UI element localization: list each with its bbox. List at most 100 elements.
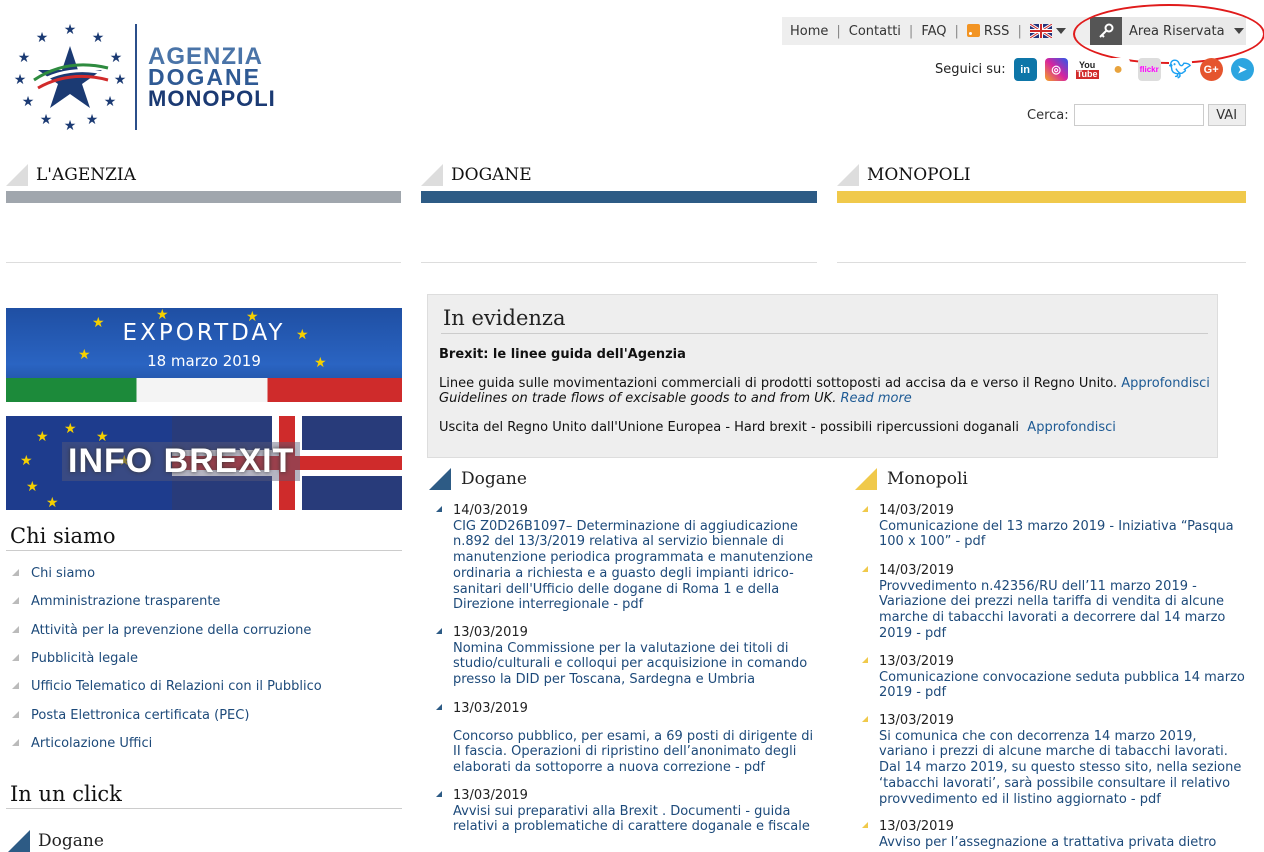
news-date: 13/03/2019: [453, 625, 528, 640]
svg-text:★: ★: [14, 72, 27, 88]
svg-text:★: ★: [114, 72, 127, 88]
social-links: Seguici su: in ◎ You Tube ● flickr 🐦︎ G+ …: [935, 58, 1262, 81]
svg-text:★: ★: [64, 22, 77, 38]
logo-divider: [135, 24, 137, 130]
news-item[interactable]: 14/03/2019 CIG Z0D26B1097– Determinazion…: [436, 503, 815, 613]
bullet-icon: [862, 822, 868, 828]
nav-rss-label: RSS: [983, 23, 1010, 39]
link-label: Attività per la prevenzione della corruz…: [31, 623, 312, 638]
exportday-banner[interactable]: ★ ★ ★ ★ ★ ★ EXPORTDAY 18 marzo 2019: [6, 308, 402, 402]
search-button[interactable]: VAI: [1207, 104, 1246, 126]
news-item[interactable]: 14/03/2019 Provvedimento n.42356/RU dell…: [862, 563, 1245, 642]
news-date: 13/03/2019: [453, 701, 528, 716]
section-agenzia[interactable]: L'AGENZIA: [6, 162, 401, 204]
section-monopoli[interactable]: MONOPOLI: [837, 162, 1246, 204]
articolazione-uffici-link[interactable]: Articolazione Uffici: [12, 736, 152, 751]
subsection-title: Dogane: [38, 831, 104, 851]
nav-rss-link[interactable]: RSS: [959, 23, 1018, 39]
logo-text: AGENZIA DOGANE MONOPOLI: [148, 45, 276, 111]
pubblicita-legale-link[interactable]: Pubblicità legale: [12, 651, 138, 666]
section-triangle-icon: [855, 468, 877, 490]
bullet-icon: [436, 791, 442, 797]
evidenza-paragraph-2: Guidelines on trade flows of excisable g…: [439, 391, 912, 406]
news-item[interactable]: 13/03/2019 Avvisi sui preparativi alla B…: [436, 788, 815, 835]
approfondisci-link[interactable]: Approfondisci: [1121, 376, 1210, 391]
divider: [421, 262, 817, 263]
news-item[interactable]: 13/03/2019 Si comunica che con decorrenz…: [862, 713, 1245, 807]
slideshare-icon[interactable]: ●: [1106, 58, 1130, 81]
banner-date: 18 marzo 2019: [147, 352, 261, 370]
nav-contatti-link[interactable]: Contatti: [841, 24, 909, 39]
section-triangle-icon: [8, 830, 30, 852]
column-title: Monopoli: [887, 469, 968, 489]
bullet-icon: [12, 682, 19, 689]
search-input[interactable]: [1073, 104, 1204, 126]
info-brexit-banner[interactable]: ★ ★ ★ ★ ★ ★ ★ INFO BREXIT: [6, 416, 402, 510]
divider: [441, 333, 1208, 334]
amministrazione-trasparente-link[interactable]: Amministrazione trasparente: [12, 594, 220, 609]
news-date: 14/03/2019: [879, 503, 954, 518]
read-more-link[interactable]: Read more: [840, 391, 911, 406]
paragraph-text: Uscita del Regno Unito dall'Unione Europ…: [439, 420, 1020, 435]
news-text: Nomina Commissione per la valutazione de…: [453, 640, 808, 688]
news-item[interactable]: 13/03/2019 Nomina Commissione per la val…: [436, 625, 815, 688]
logo-line-3: MONOPOLI: [148, 86, 276, 111]
banner-title: EXPORTDAY: [122, 320, 286, 346]
news-date: 13/03/2019: [879, 654, 954, 669]
instagram-icon[interactable]: ◎: [1044, 58, 1068, 81]
in-evidenza-heading: In evidenza: [443, 306, 566, 330]
language-selector[interactable]: [1022, 23, 1074, 39]
bullet-icon: [862, 657, 868, 663]
news-item[interactable]: 13/03/2019 Avviso per l’assegnazione a t…: [862, 819, 1245, 850]
news-text: CIG Z0D26B1097– Determinazione di aggiud…: [453, 518, 813, 613]
approfondisci-link[interactable]: Approfondisci: [1027, 420, 1116, 435]
chi-siamo-link[interactable]: Chi siamo: [12, 566, 95, 581]
news-text: Provvedimento n.42356/RU dell’11 marzo 2…: [879, 578, 1226, 641]
news-item[interactable]: 13/03/2019 Comunicazione convocazione se…: [862, 654, 1245, 701]
news-date: 13/03/2019: [879, 819, 954, 834]
svg-text:★: ★: [36, 30, 49, 46]
section-color-bar: [6, 191, 401, 203]
svg-text:★: ★: [40, 112, 53, 128]
section-title: L'AGENZIA: [36, 165, 136, 185]
googleplus-icon[interactable]: G+: [1199, 58, 1223, 81]
chi-siamo-heading: Chi siamo: [10, 524, 116, 548]
in-un-click-heading: In un click: [10, 782, 122, 806]
bullet-icon: [862, 716, 868, 722]
nav-faq-link[interactable]: FAQ: [913, 24, 954, 39]
nav-home-link[interactable]: Home: [782, 24, 836, 39]
bullet-icon: [436, 628, 442, 634]
section-triangle-icon: [6, 164, 28, 186]
urp-link[interactable]: Ufficio Telematico di Relazioni con il P…: [12, 679, 322, 694]
divider: [6, 262, 401, 263]
twitter-icon[interactable]: 🐦︎: [1168, 58, 1192, 81]
paragraph-text: Guidelines on trade flows of excisable g…: [439, 391, 837, 406]
youtube-icon[interactable]: You Tube: [1075, 58, 1099, 81]
pec-link[interactable]: Posta Elettronica certificata (PEC): [12, 708, 249, 723]
link-label: Chi siamo: [31, 566, 96, 581]
prevenzione-corruzione-link[interactable]: Attività per la prevenzione della corruz…: [12, 623, 311, 638]
news-item[interactable]: 14/03/2019 Comunicazione del 13 marzo 20…: [862, 503, 1245, 550]
link-label: Pubblicità legale: [31, 651, 138, 666]
news-text: Comunicazione del 13 marzo 2019 - Inizia…: [879, 518, 1234, 550]
link-label: Posta Elettronica certificata (PEC): [31, 708, 250, 723]
section-dogane[interactable]: DOGANE: [421, 162, 817, 204]
bullet-icon: [436, 704, 442, 710]
bullet-icon: [12, 739, 19, 746]
link-label: Ufficio Telematico di Relazioni con il P…: [31, 679, 322, 694]
link-label: Amministrazione trasparente: [31, 594, 221, 609]
news-item[interactable]: 13/03/2019 Concorso pubblico, per esami,…: [436, 701, 815, 776]
news-date: 13/03/2019: [879, 713, 954, 728]
svg-text:★: ★: [104, 94, 117, 110]
news-date: 14/03/2019: [879, 563, 954, 578]
divider: [837, 262, 1246, 263]
agency-logo[interactable]: ★ ★ ★ ★ ★ ★ ★ ★ ★ ★ ★ ★ AGENZIA DOGANE M…: [12, 20, 282, 135]
telegram-icon[interactable]: ➤: [1230, 58, 1254, 81]
section-title: DOGANE: [451, 165, 532, 185]
banner-title: INFO BREXIT: [62, 442, 301, 481]
paragraph-text: Linee guida sulle movimentazioni commerc…: [439, 376, 1118, 391]
bullet-icon: [862, 566, 868, 572]
linkedin-icon[interactable]: in: [1013, 58, 1037, 81]
svg-text:★: ★: [110, 50, 123, 66]
flickr-icon[interactable]: flickr: [1137, 58, 1161, 81]
